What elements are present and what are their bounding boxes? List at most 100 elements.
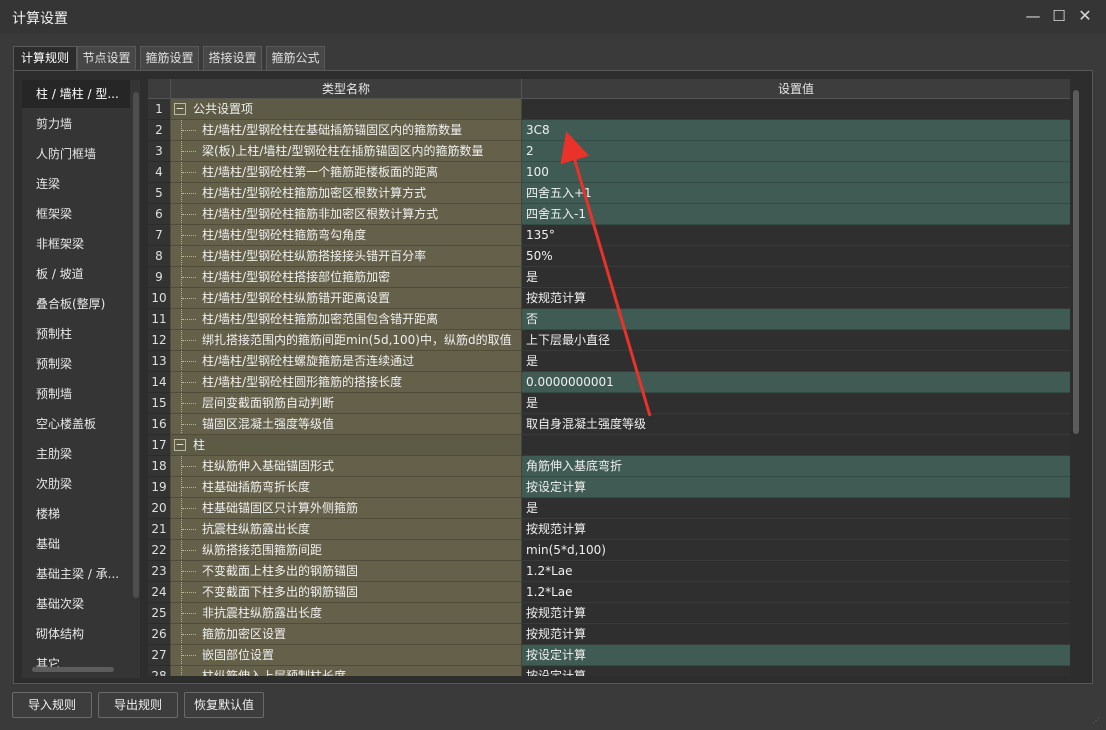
table-row[interactable]: 21 抗震柱纵筋露出长度 按规范计算 (148, 519, 1070, 540)
sidebar-item-main-rib-beam[interactable]: 主肋梁 (22, 440, 130, 468)
tab-stirrup-settings[interactable]: 箍筋设置 (140, 46, 199, 70)
table-row[interactable]: 8 柱/墙柱/型钢砼柱纵筋搭接接头错开百分率 50% (148, 246, 1070, 267)
setting-value-cell[interactable]: 角筋伸入基底弯折 (521, 456, 1070, 477)
restore-defaults-button[interactable]: 恢复默认值 (184, 692, 264, 718)
setting-value-cell[interactable]: 50% (521, 246, 1070, 267)
setting-value-cell[interactable]: 是 (521, 393, 1070, 414)
table-row[interactable]: 23 不变截面上柱多出的钢筋锚固 1.2*Lae (148, 561, 1070, 582)
table-row[interactable]: 20 柱基础锚固区只计算外侧箍筋 是 (148, 498, 1070, 519)
export-rules-button[interactable]: 导出规则 (98, 692, 178, 718)
table-group-row[interactable]: 17− 柱 (148, 435, 1070, 456)
sidebar-item-coupling-beam[interactable]: 连梁 (22, 170, 130, 198)
row-number: 28 (148, 666, 170, 676)
setting-value-cell[interactable]: 是 (521, 267, 1070, 288)
table-row[interactable]: 11 柱/墙柱/型钢砼柱箍筋加密范围包含错开距离 否 (148, 309, 1070, 330)
table-row[interactable]: 12 绑扎搭接范围内的箍筋间距min(5d,100)中，纵筋d的取值 上下层最小直径 (148, 330, 1070, 351)
table-row[interactable]: 4 柱/墙柱/型钢砼柱第一个箍筋距楼板面的距离 100 (148, 162, 1070, 183)
row-number: 27 (148, 645, 170, 666)
row-number: 3 (148, 141, 170, 162)
sidebar-scrollbar[interactable] (133, 92, 139, 598)
tree-line (181, 414, 201, 434)
sidebar-item-precast-beam[interactable]: 预制梁 (22, 350, 130, 378)
sidebar-item-frame-beam[interactable]: 框架梁 (22, 200, 130, 228)
type-name-cell: 柱/墙柱/型钢砼柱纵筋搭接接头错开百分率 (170, 246, 521, 267)
table-row[interactable]: 9 柱/墙柱/型钢砼柱搭接部位箍筋加密 是 (148, 267, 1070, 288)
setting-value-cell[interactable]: 否 (521, 309, 1070, 330)
tab-stirrup-formula[interactable]: 箍筋公式 (266, 46, 325, 70)
setting-value-cell[interactable]: 四舍五入-1 (521, 204, 1070, 225)
tab-calc-rules[interactable]: 计算规则 (13, 46, 77, 71)
table-row[interactable]: 25 非抗震柱纵筋露出长度 按规范计算 (148, 603, 1070, 624)
setting-value-cell[interactable]: 按设定计算 (521, 477, 1070, 498)
collapse-icon[interactable]: − (174, 103, 186, 115)
sidebar-item-foundation[interactable]: 基础 (22, 530, 130, 558)
table-row[interactable]: 13 柱/墙柱/型钢砼柱螺旋箍筋是否连续通过 是 (148, 351, 1070, 372)
sidebar-item-precast-column[interactable]: 预制柱 (22, 320, 130, 348)
setting-value-cell[interactable]: 按规范计算 (521, 603, 1070, 624)
sidebar-item-civil-defense-door[interactable]: 人防门框墙 (22, 140, 130, 168)
table-row[interactable]: 18 柱纵筋伸入基础锚固形式 角筋伸入基底弯折 (148, 456, 1070, 477)
setting-value-cell[interactable]: 取自身混凝土强度等级 (521, 414, 1070, 435)
sidebar-horizontal-scrollbar[interactable] (32, 667, 114, 672)
table-row[interactable]: 28 柱纵筋伸入上层预制柱长度 按设定计算 (148, 666, 1070, 676)
setting-name: 嵌固部位设置 (202, 648, 275, 662)
setting-value-cell[interactable]: 1.2*Lae (521, 561, 1070, 582)
table-row[interactable]: 5 柱/墙柱/型钢砼柱箍筋加密区根数计算方式 四舍五入+1 (148, 183, 1070, 204)
setting-value-cell[interactable]: min(5*d,100) (521, 540, 1070, 561)
table-row[interactable]: 2 柱/墙柱/型钢砼柱在基础插筋锚固区内的箍筋数量 3C8 (148, 120, 1070, 141)
setting-value-cell[interactable]: 按规范计算 (521, 519, 1070, 540)
table-group-row[interactable]: 1− 公共设置项 (148, 99, 1070, 120)
table-row[interactable]: 14 柱/墙柱/型钢砼柱圆形箍筋的搭接长度 0.0000000001 (148, 372, 1070, 393)
collapse-icon[interactable]: − (174, 439, 186, 451)
setting-value-cell[interactable]: 四舍五入+1 (521, 183, 1070, 204)
tree-line (181, 519, 201, 539)
setting-value-cell[interactable]: 100 (521, 162, 1070, 183)
table-row[interactable]: 26 箍筋加密区设置 按规范计算 (148, 624, 1070, 645)
maximize-icon[interactable]: ☐ (1048, 6, 1070, 26)
table-row[interactable]: 10 柱/墙柱/型钢砼柱纵筋错开距离设置 按规范计算 (148, 288, 1070, 309)
component-list: 柱 / 墙柱 / 型... 剪力墙 人防门框墙 连梁 框架梁 非框架梁 板 / … (22, 80, 140, 678)
sidebar-item-non-frame-beam[interactable]: 非框架梁 (22, 230, 130, 258)
sidebar-item-composite-slab[interactable]: 叠合板(整厚) (22, 290, 130, 318)
setting-value-cell[interactable]: 按规范计算 (521, 288, 1070, 309)
close-icon[interactable]: ✕ (1074, 6, 1096, 26)
sidebar-item-foundation-secondary-beam[interactable]: 基础次梁 (22, 590, 130, 618)
setting-value-cell[interactable]: 0.0000000001 (521, 372, 1070, 393)
table-row[interactable]: 19 柱基础插筋弯折长度 按设定计算 (148, 477, 1070, 498)
sidebar-item-stairs[interactable]: 楼梯 (22, 500, 130, 528)
table-scrollbar[interactable] (1073, 90, 1079, 434)
tab-lap-settings[interactable]: 搭接设置 (203, 46, 262, 70)
table-row[interactable]: 24 不变截面下柱多出的钢筋锚固 1.2*Lae (148, 582, 1070, 603)
table-row[interactable]: 6 柱/墙柱/型钢砼柱箍筋非加密区根数计算方式 四舍五入-1 (148, 204, 1070, 225)
sidebar-item-secondary-rib-beam[interactable]: 次肋梁 (22, 470, 130, 498)
table-row[interactable]: 16 锚固区混凝土强度等级值 取自身混凝土强度等级 (148, 414, 1070, 435)
resize-grip-icon[interactable]: ⋰ (1092, 716, 1102, 726)
sidebar-item-slab-ramp[interactable]: 板 / 坡道 (22, 260, 130, 288)
minimize-icon[interactable]: — (1022, 6, 1044, 26)
table-row[interactable]: 7 柱/墙柱/型钢砼柱箍筋弯勾角度 135° (148, 225, 1070, 246)
table-row[interactable]: 27 嵌固部位设置 按设定计算 (148, 645, 1070, 666)
table-row[interactable]: 15 层间变截面钢筋自动判断 是 (148, 393, 1070, 414)
setting-value-cell[interactable]: 是 (521, 498, 1070, 519)
setting-value-cell[interactable]: 按设定计算 (521, 666, 1070, 676)
setting-value-cell[interactable]: 1.2*Lae (521, 582, 1070, 603)
group-label: 公共设置项 (193, 102, 254, 116)
setting-value-cell[interactable]: 3C8 (521, 120, 1070, 141)
setting-value-cell[interactable]: 按规范计算 (521, 624, 1070, 645)
table-row[interactable]: 22 纵筋搭接范围箍筋间距 min(5*d,100) (148, 540, 1070, 561)
setting-value-cell[interactable]: 135° (521, 225, 1070, 246)
sidebar-item-precast-wall[interactable]: 预制墙 (22, 380, 130, 408)
import-rules-button[interactable]: 导入规则 (12, 692, 92, 718)
sidebar-item-masonry[interactable]: 砌体结构 (22, 620, 130, 648)
sidebar-item-hollow-slab[interactable]: 空心楼盖板 (22, 410, 130, 438)
sidebar-item-foundation-main-beam[interactable]: 基础主梁 / 承... (22, 560, 130, 588)
sidebar-item-column[interactable]: 柱 / 墙柱 / 型... (22, 80, 130, 108)
setting-value-cell[interactable]: 按设定计算 (521, 645, 1070, 666)
sidebar-item-shear-wall[interactable]: 剪力墙 (22, 110, 130, 138)
setting-value-cell[interactable]: 上下层最小直径 (521, 330, 1070, 351)
setting-value-cell[interactable]: 2 (521, 141, 1070, 162)
sidebar-item-other[interactable]: 其它 (22, 650, 130, 678)
table-row[interactable]: 3 梁(板)上柱/墙柱/型钢砼柱在插筋锚固区内的箍筋数量 2 (148, 141, 1070, 162)
setting-value-cell[interactable]: 是 (521, 351, 1070, 372)
tab-node-settings[interactable]: 节点设置 (77, 46, 136, 70)
